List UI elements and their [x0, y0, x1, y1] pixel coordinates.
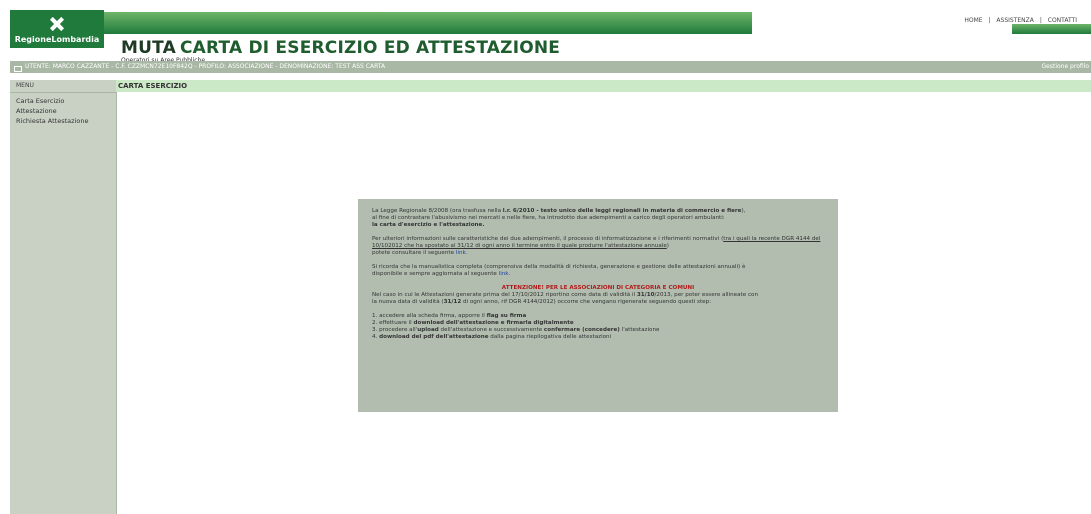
manual-link[interactable]: link — [499, 271, 509, 277]
home-icon[interactable] — [13, 64, 22, 72]
region-logo[interactable]: RegioneLombardia — [10, 10, 104, 48]
header-green-bar — [104, 12, 752, 34]
text: la nuova data di validità ( — [372, 299, 444, 305]
text: l'attestazione — [619, 327, 660, 333]
header-green-bar-right — [1012, 24, 1091, 34]
text: ), — [741, 208, 746, 214]
top-link-separator: | — [988, 17, 991, 24]
text: Si ricorda che la manualistica completa … — [372, 264, 746, 270]
page-title-text: CARTA DI ESERCIZIO ED ATTESTAZIONE — [179, 38, 561, 58]
top-links: HOME | ASSISTENZA | CONTATTI — [962, 17, 1079, 24]
text-bold: l.r. 6/2010 - testo unico delle leggi re… — [502, 208, 742, 214]
steps-list: 1. accedere alla scheda firma, apporre i… — [372, 313, 824, 341]
home-link[interactable]: HOME — [964, 17, 982, 24]
manage-profile-link[interactable]: Gestione profilo — [1042, 61, 1090, 73]
text: dalla pagina riepilogativa delle attesta… — [488, 334, 612, 340]
text: 1. accedere alla scheda firma, apporre i… — [372, 313, 487, 319]
text-bold: 31/10 — [636, 292, 655, 298]
menu-label: MENU — [10, 80, 116, 93]
sidebar-item-carta-esercizio[interactable]: Carta Esercizio — [10, 96, 116, 106]
section-title: CARTA ESERCIZIO — [116, 80, 1091, 92]
region-logo-icon — [47, 15, 67, 33]
info-panel: La Legge Regionale 8/2008 (ora trasfusa … — [358, 199, 838, 412]
warning-heading: ATTENZIONE! PER LE ASSOCIAZIONI DI CATEG… — [501, 285, 695, 291]
text-bold: flag su firma — [486, 313, 527, 319]
text: Nel caso in cui le Attestazioni generate… — [372, 292, 637, 298]
info-link[interactable]: link — [456, 250, 466, 256]
text: di ogni anno, rif DGR 4144/2012) occorre… — [461, 299, 712, 305]
text: potete consultare il seguente — [372, 250, 456, 256]
text-bold: download dell'attestazione e firmarla di… — [413, 320, 574, 326]
text: ) — [666, 243, 669, 249]
text: dell'attestazione e successivamente — [438, 327, 544, 333]
app-name: MUTA — [121, 38, 176, 58]
assistenza-link[interactable]: ASSISTENZA — [996, 17, 1033, 24]
text: /2013, per poter essere allineate con — [654, 292, 759, 298]
text-bold: la carta d'esercizio e l'attestazione. — [372, 222, 485, 228]
contatti-link[interactable]: CONTATTI — [1048, 17, 1077, 24]
user-info-bar: UTENTE: MARCO CAZZANTE - C.F. CZZMCN72E1… — [10, 61, 1091, 73]
text: La Legge Regionale 8/2008 (ora trasfusa … — [372, 208, 503, 214]
text: Per ulteriori informazioni sulle caratte… — [372, 236, 724, 242]
paragraph-manual: Si ricorda che la manualistica completa … — [372, 264, 746, 277]
paragraph-info: Per ulteriori informazioni sulle caratte… — [372, 236, 821, 256]
text: 3. procedere all' — [372, 327, 418, 333]
top-link-separator: | — [1039, 17, 1042, 24]
logo-text: RegioneLombardia — [14, 34, 100, 44]
paragraph-warning: Nel caso in cui le Attestazioni generate… — [372, 292, 824, 306]
text: al fine di contrastare l'abusivismo nei … — [372, 215, 725, 221]
user-info-text: UTENTE: MARCO CAZZANTE - C.F. CZZMCN72E1… — [25, 63, 386, 70]
text: disponibile e sempre aggiornata al segue… — [372, 271, 499, 277]
paragraph-intro: La Legge Regionale 8/2008 (ora trasfusa … — [372, 208, 824, 229]
text-bold: confermare (concedere) — [543, 327, 620, 333]
text: 2. effettuare il — [372, 320, 414, 326]
page-title: MUTA CARTA DI ESERCIZIO ED ATTESTAZIONE — [121, 38, 560, 58]
text-bold: 31/12 — [443, 299, 462, 305]
sidebar-item-attestazione[interactable]: Attestazione — [10, 106, 116, 116]
sidebar-item-richiesta-attestazione[interactable]: Richiesta Attestazione — [10, 116, 116, 126]
text-bold: download del pdf dell'attestazione — [379, 334, 489, 340]
text-bold: upload — [417, 327, 439, 333]
sidebar: MENU Carta Esercizio Attestazione Richie… — [10, 80, 117, 514]
